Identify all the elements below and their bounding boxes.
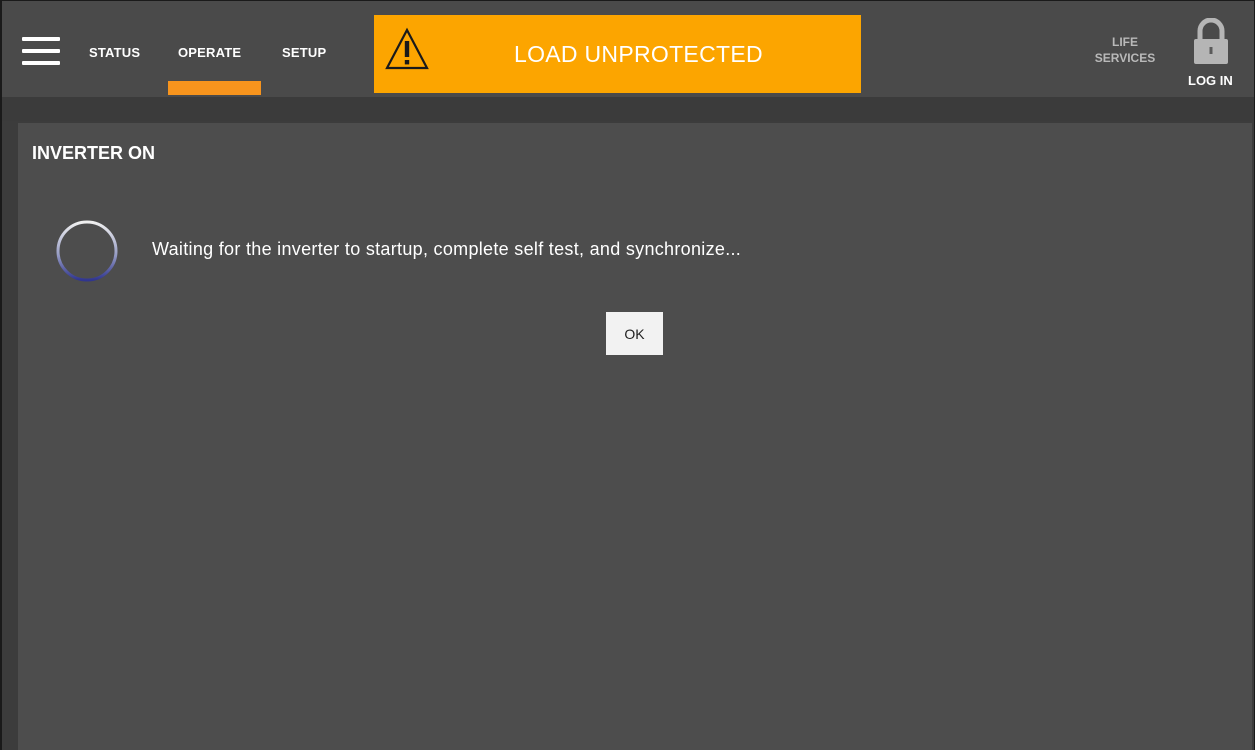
- loading-spinner-icon: [56, 220, 118, 282]
- hamburger-menu-icon[interactable]: [22, 37, 60, 67]
- login-label: LOG IN: [1188, 73, 1233, 88]
- menu-line: [22, 49, 60, 53]
- alarm-banner[interactable]: LOAD UNPROTECTED: [374, 15, 861, 93]
- life-services-label: LIFE SERVICES: [1094, 35, 1156, 65]
- top-bar: STATUS OPERATE SETUP LOAD UNPROTECTED LI…: [2, 1, 1254, 97]
- ok-button[interactable]: OK: [606, 312, 663, 355]
- tab-operate[interactable]: OPERATE: [178, 45, 241, 60]
- lock-icon: [1194, 18, 1228, 64]
- content-panel: INVERTER ON Waiting for the inverter to …: [18, 123, 1252, 750]
- login-button[interactable]: LOG IN: [1182, 17, 1242, 95]
- status-message: Waiting for the inverter to startup, com…: [152, 239, 742, 259]
- tab-status[interactable]: STATUS: [89, 45, 140, 60]
- warning-icon: [385, 27, 429, 70]
- menu-line: [22, 61, 60, 65]
- panel-title: INVERTER ON: [32, 143, 156, 163]
- header-separator: [2, 97, 1254, 121]
- life-services-button[interactable]: LIFE SERVICES: [1090, 34, 1160, 66]
- tab-setup[interactable]: SETUP: [282, 45, 326, 60]
- active-tab-indicator: [168, 81, 261, 95]
- alarm-text: LOAD UNPROTECTED: [514, 41, 763, 67]
- menu-line: [22, 37, 60, 41]
- app-frame: STATUS OPERATE SETUP LOAD UNPROTECTED LI…: [0, 0, 1255, 750]
